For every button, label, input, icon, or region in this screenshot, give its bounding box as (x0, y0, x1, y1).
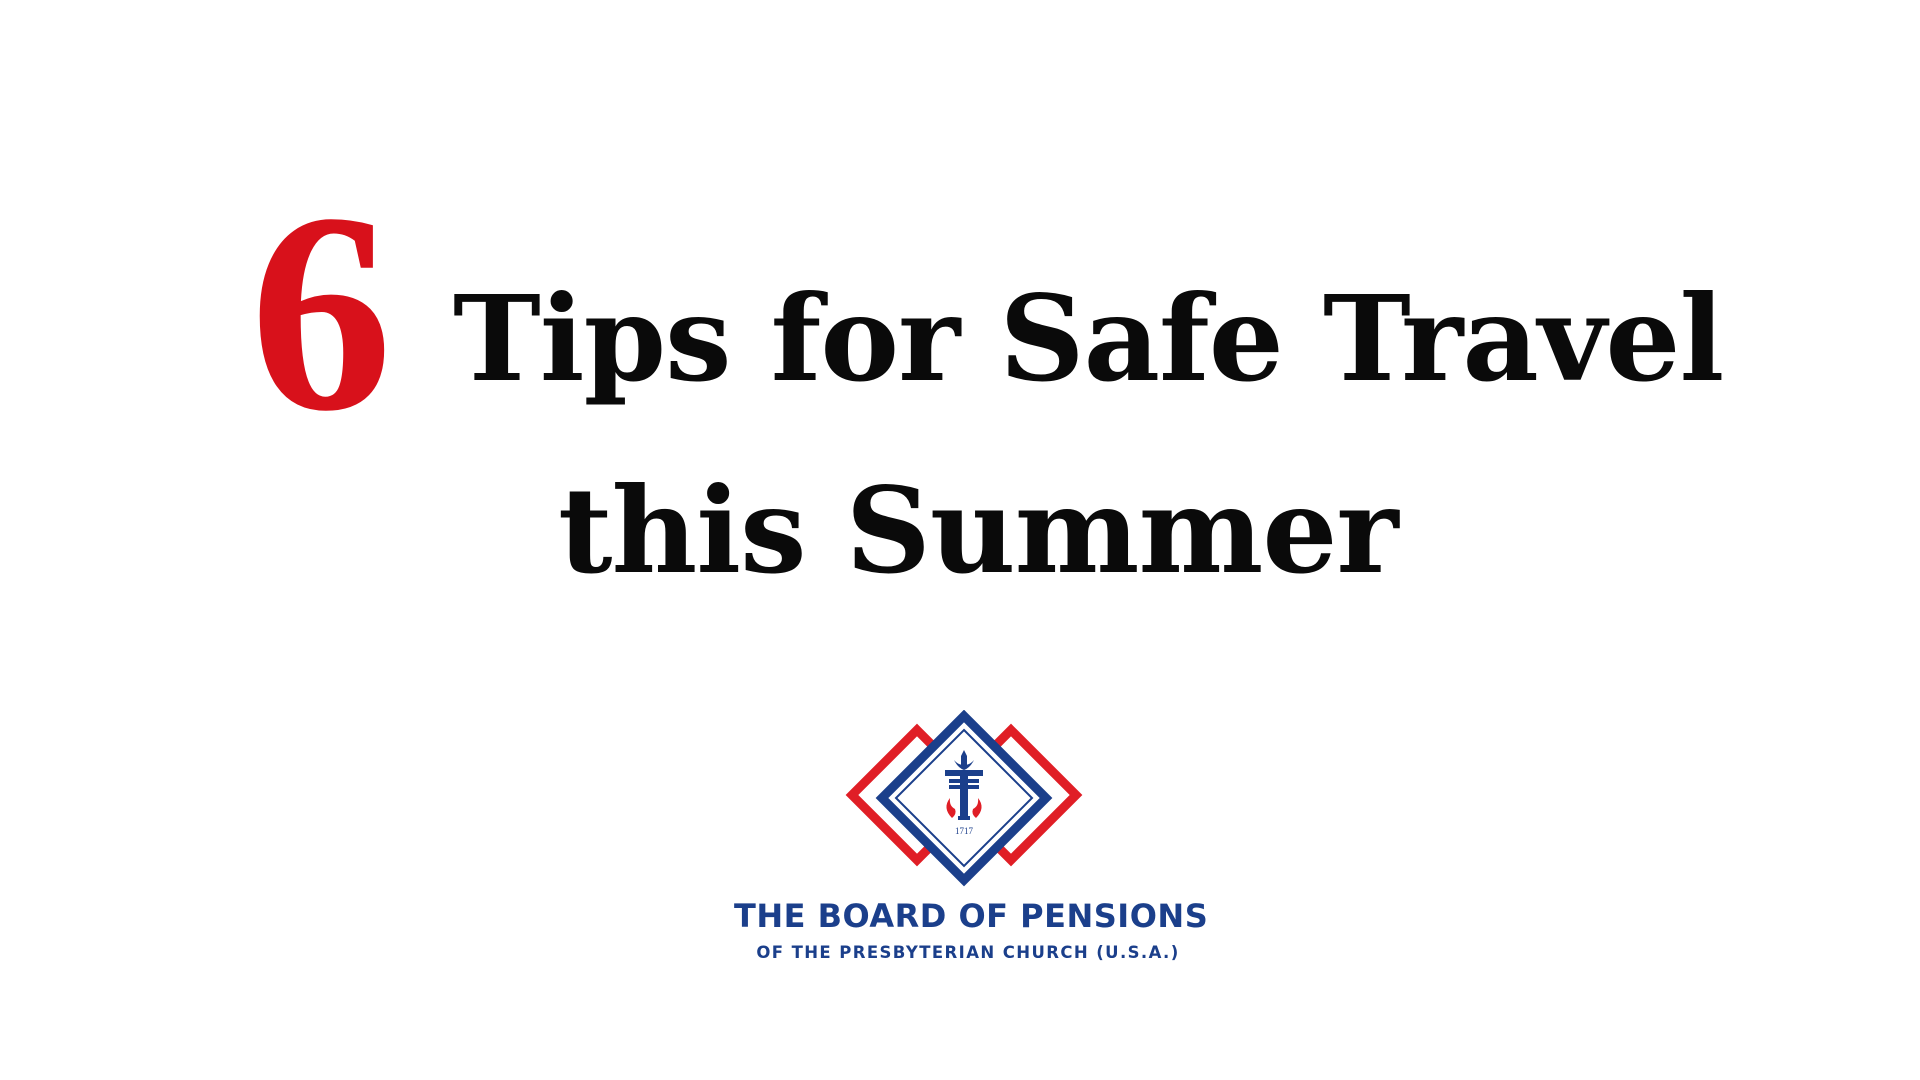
organization-name: THE BOARD OF PENSIONS (734, 897, 1209, 935)
seal-year: 1717 (955, 826, 974, 836)
presbyterian-seal-icon: 1717 (845, 710, 1083, 887)
title-text-line-1: Tips for Safe Travel (453, 269, 1724, 408)
organization-subtitle: OF THE PRESBYTERIAN CHURCH (U.S.A.) (756, 943, 1180, 962)
slide: 6 Tips for Safe Travel this Summer 1717 … (0, 0, 1920, 1080)
title-text-line-2: this Summer (558, 461, 1399, 600)
title-number: 6 (250, 154, 393, 470)
